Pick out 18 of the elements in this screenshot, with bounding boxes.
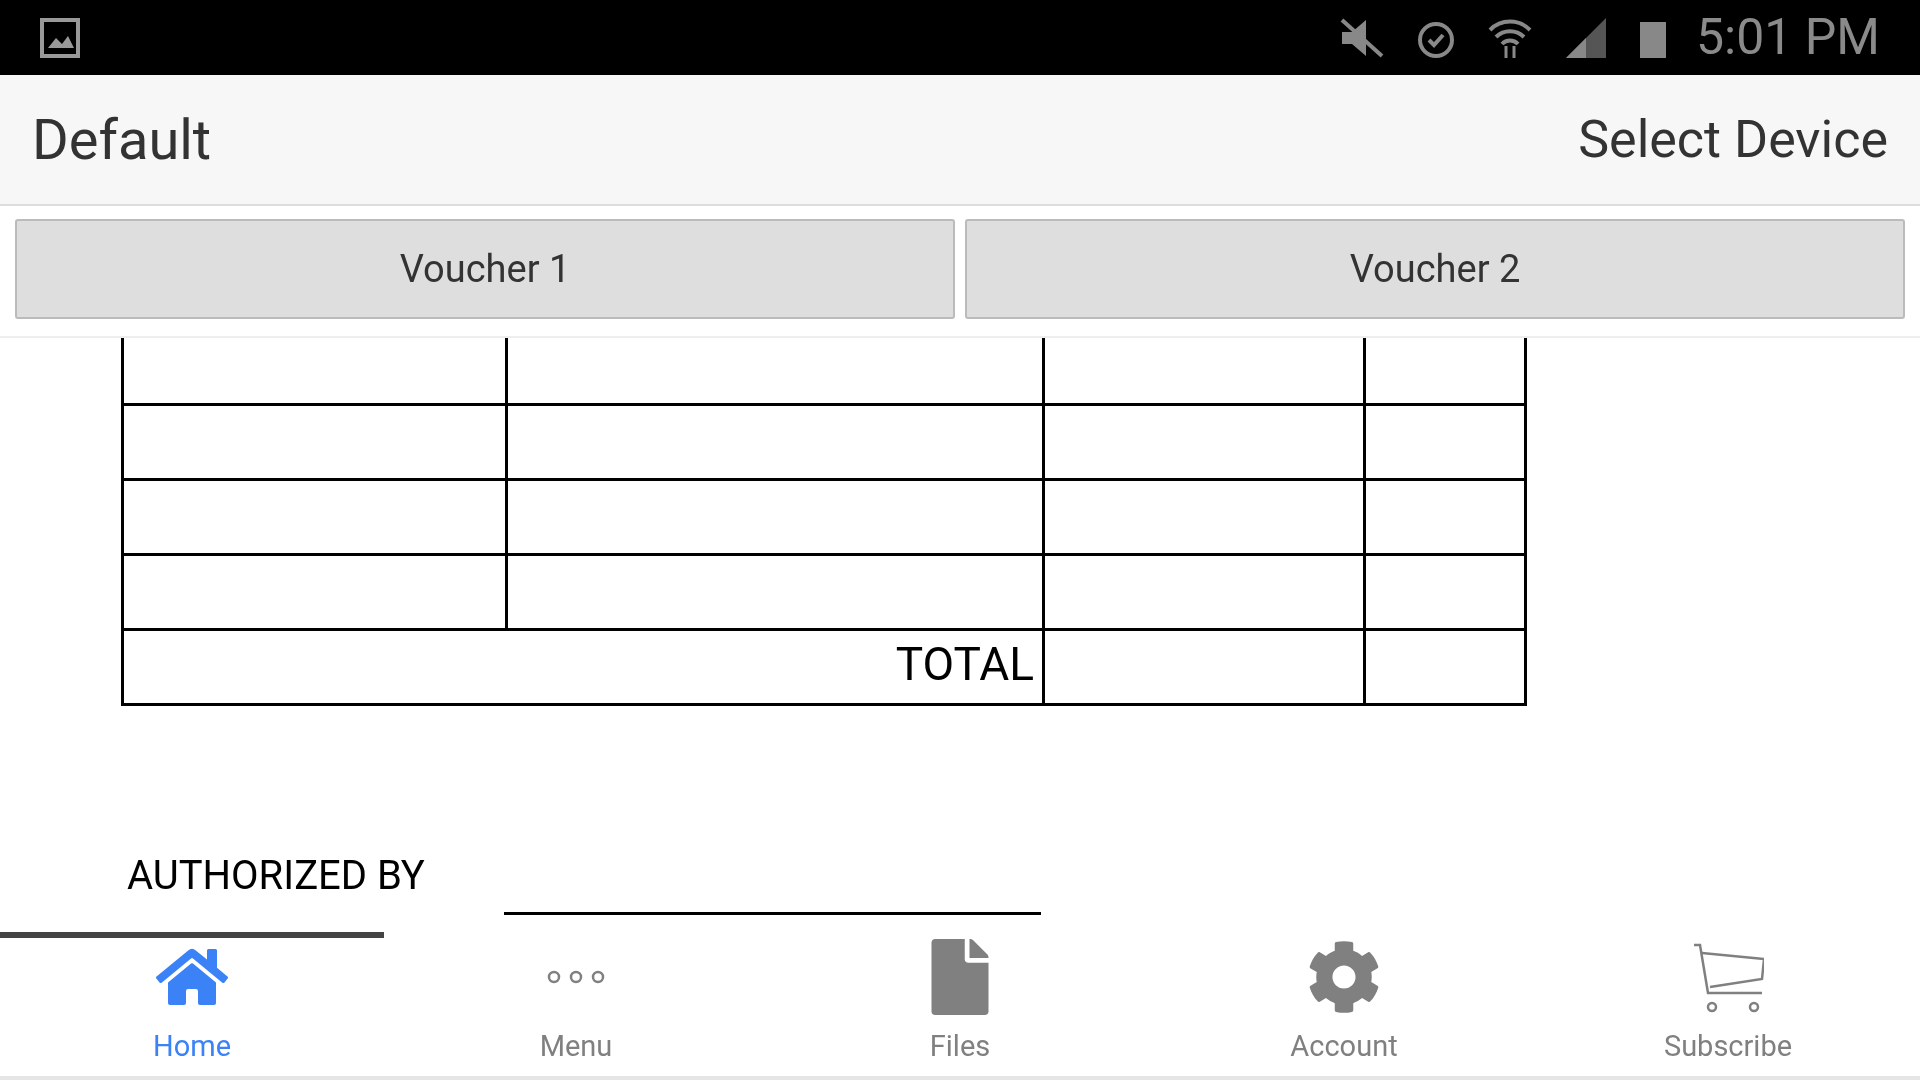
cart-icon bbox=[1692, 941, 1764, 1014]
image-icon bbox=[40, 17, 80, 58]
nav-tab[interactable]: Subscribe bbox=[1536, 932, 1920, 1076]
select-device-button[interactable]: Select Device bbox=[1578, 100, 1888, 179]
header-title: Default bbox=[32, 105, 212, 175]
voucher-tab[interactable]: Voucher 1 bbox=[15, 219, 955, 319]
nav-tab[interactable]: Menu bbox=[384, 932, 768, 1076]
gear-icon bbox=[1307, 940, 1381, 1015]
voucher-tab[interactable]: Voucher 2 bbox=[965, 219, 1905, 319]
nav-tab[interactable]: Home bbox=[0, 932, 384, 1076]
mute-icon bbox=[1338, 17, 1386, 58]
file-icon bbox=[930, 939, 990, 1016]
authorized-by-label: AUTHORIZED BY bbox=[127, 851, 425, 901]
nav-tab[interactable]: Files bbox=[768, 932, 1152, 1076]
dots-icon bbox=[546, 969, 606, 986]
total-label: TOTAL bbox=[124, 631, 1045, 706]
nav-tab[interactable]: Account bbox=[1152, 932, 1536, 1076]
clock: 5:01 PM bbox=[1696, 7, 1880, 68]
